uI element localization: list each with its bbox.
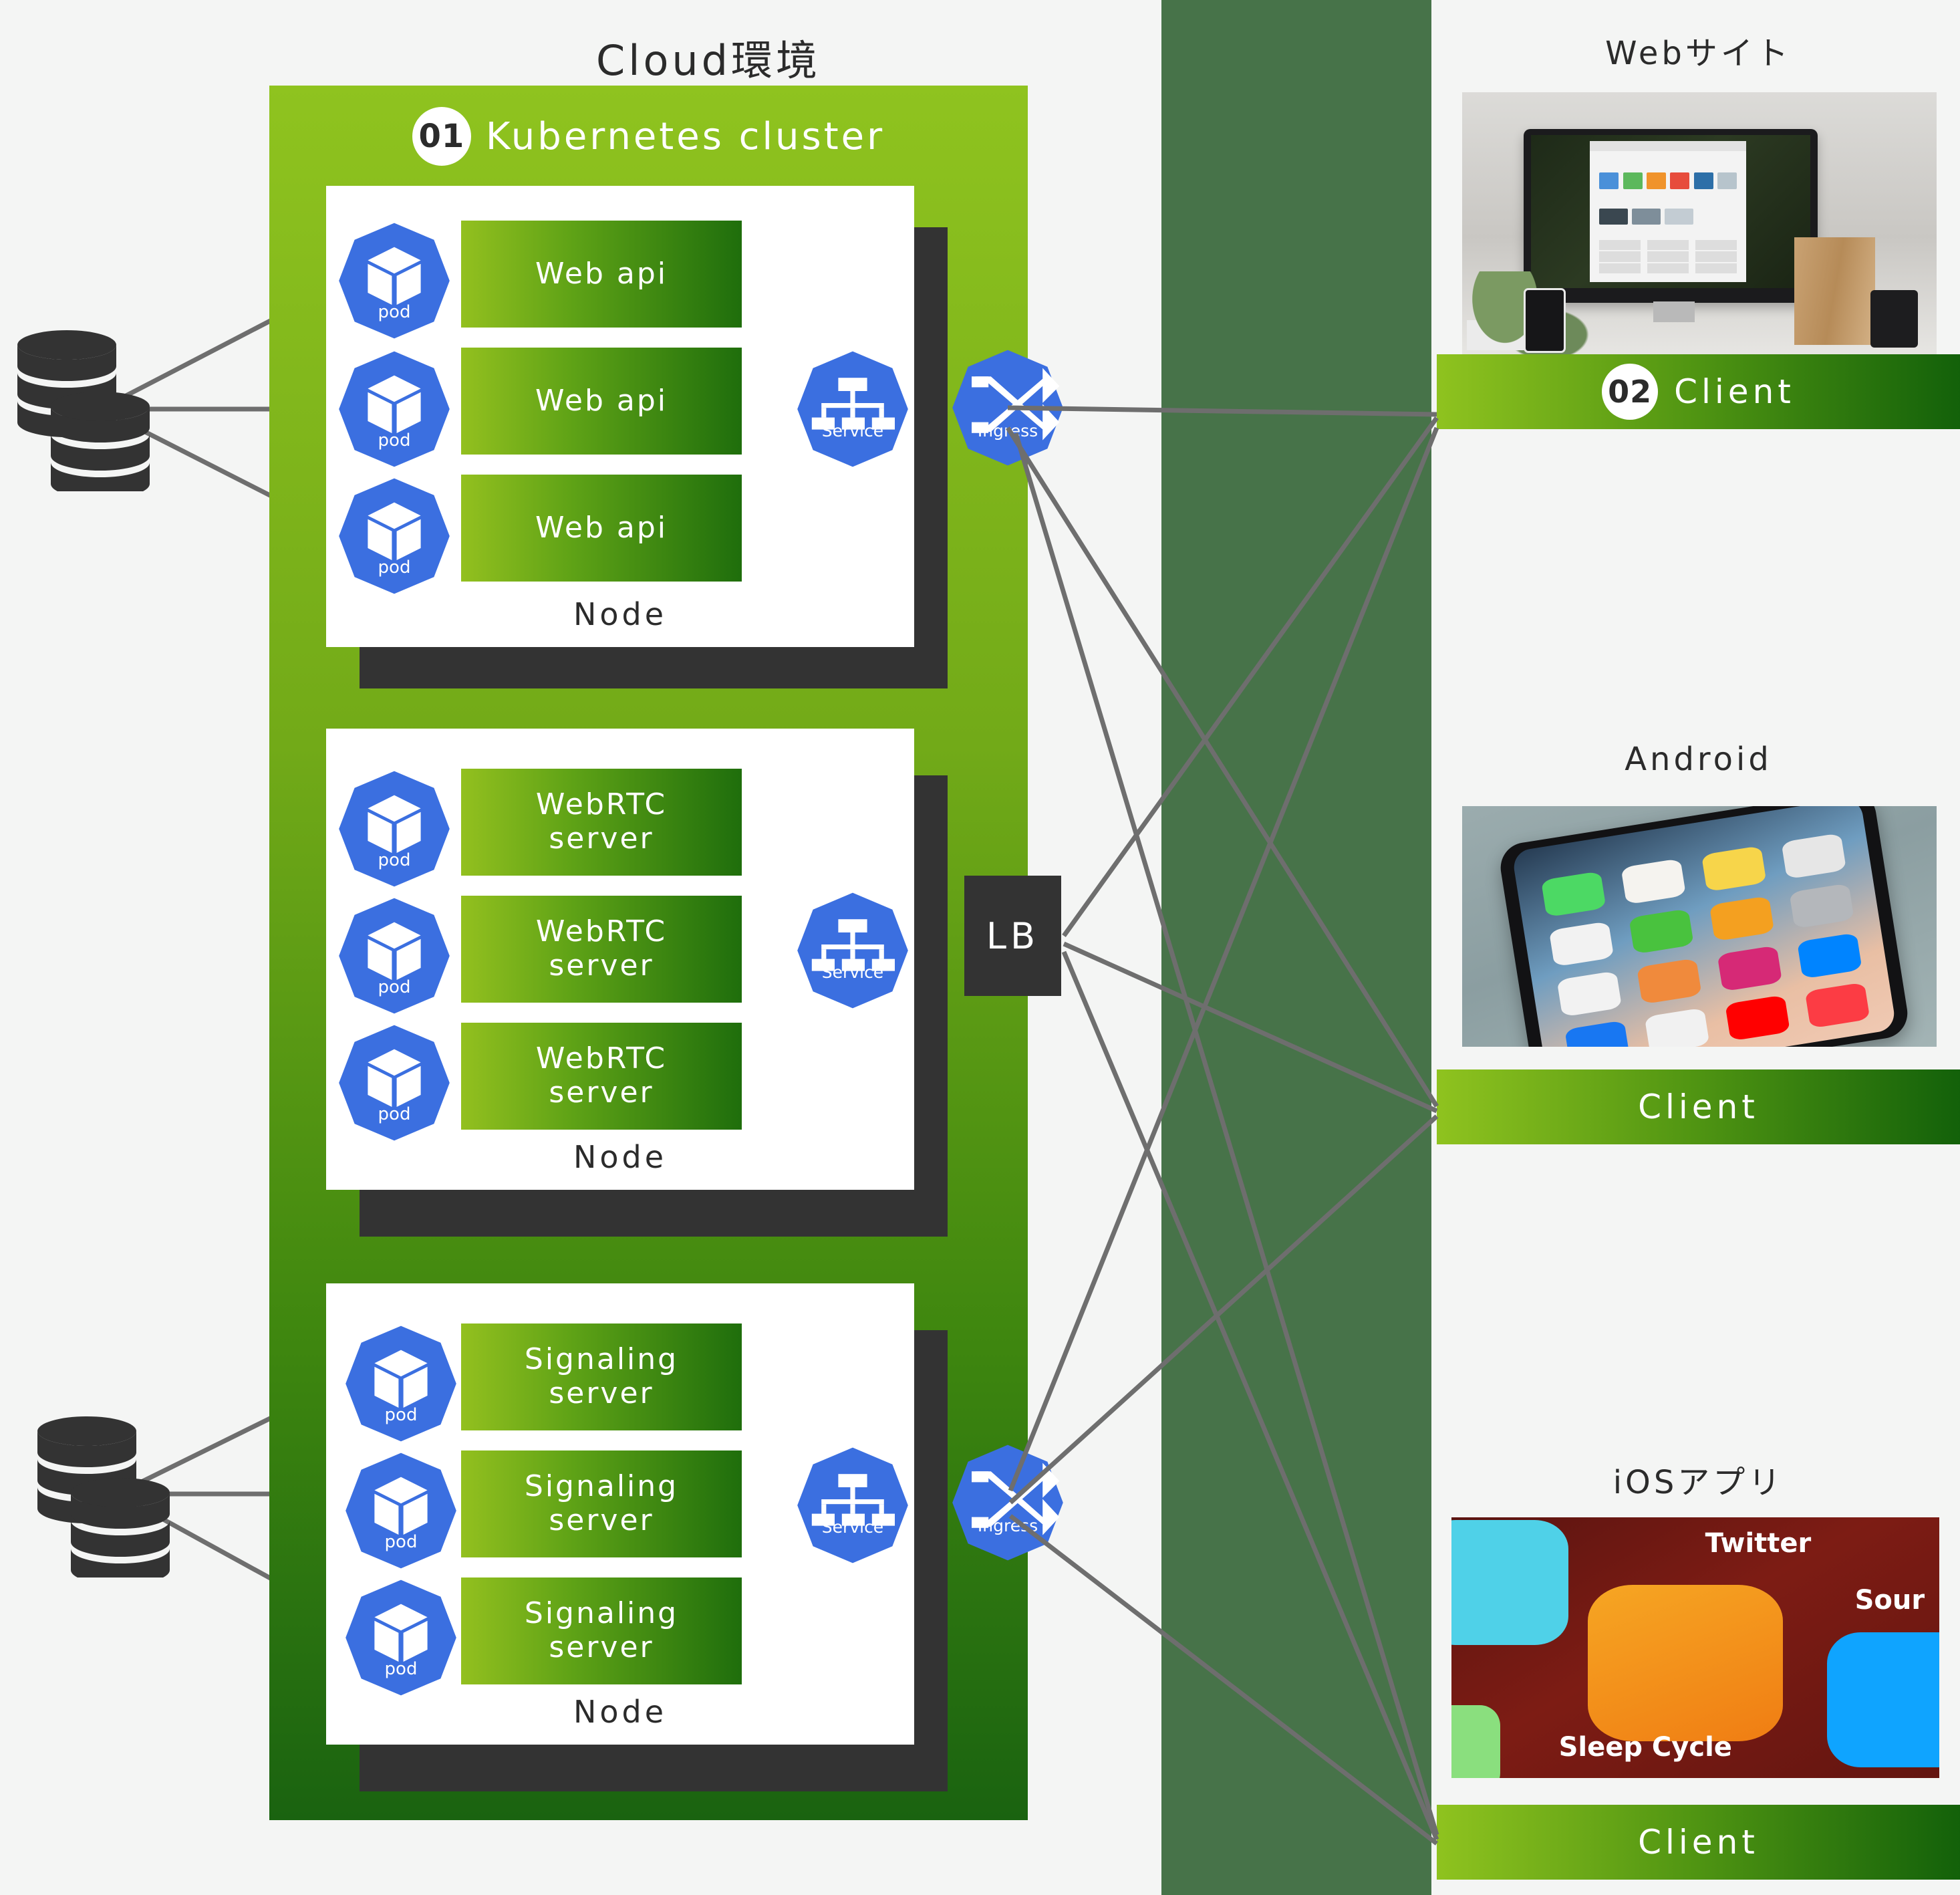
client-card-ios: iOSアプリ Twitter Sour Sleep Cycle [1437, 1429, 1960, 1803]
pod-webrtc-1: pod [334, 769, 454, 889]
website-photo [1462, 92, 1937, 356]
diagram-canvas: Cloud環境 01 Kubernetes cluster Node Web a… [0, 0, 1960, 1895]
cluster-step-badge: 01 [412, 107, 471, 166]
pod-web-api-2: pod [334, 349, 454, 469]
node-label-web-api: Node [573, 596, 668, 632]
client-card-website: Webサイト [1437, 0, 1960, 374]
pod-signaling-3: pod [341, 1577, 461, 1698]
client-label-android: Client [1638, 1088, 1759, 1126]
database-cylinder-stack-icon [17, 330, 150, 491]
workload-signaling-2: Signaling server [461, 1450, 742, 1557]
client-bar-website[interactable]: 02 Client [1437, 354, 1960, 429]
workload-web-api-3: Web api [461, 475, 742, 582]
client-bar-ios[interactable]: Client [1437, 1805, 1960, 1880]
cluster-header: 01 Kubernetes cluster [269, 107, 1028, 166]
ingress-signaling: Ingress [948, 1442, 1068, 1563]
client-card-title-android: Android [1625, 741, 1772, 778]
service-tree-icon [797, 351, 908, 467]
pod-web-api-3: pod [334, 476, 454, 596]
workload-signaling-1: Signaling server [461, 1323, 742, 1430]
cluster-title: Kubernetes cluster [485, 114, 885, 158]
client-card-title-ios: iOSアプリ [1613, 1464, 1784, 1501]
android-photo [1462, 806, 1937, 1047]
workload-webrtc-2: WebRTC server [461, 896, 742, 1003]
pod-webrtc-3: pod [334, 1023, 454, 1143]
workload-web-api-2: Web api [461, 348, 742, 455]
service-web-api: Service [793, 349, 913, 469]
client-bar-android[interactable]: Client [1437, 1069, 1960, 1144]
pod-signaling-1: pod [341, 1323, 461, 1444]
workload-webrtc-1: WebRTC server [461, 769, 742, 876]
client-label-ios: Client [1638, 1823, 1759, 1862]
load-balancer-box: LB [964, 876, 1061, 996]
pod-signaling-2: pod [341, 1450, 461, 1571]
pod-cube-icon [339, 223, 450, 339]
pod-cube-icon [339, 898, 450, 1014]
network-band [1161, 0, 1431, 1895]
client-step-badge-website: 02 [1602, 364, 1659, 420]
pod-cube-icon [339, 478, 450, 594]
cloud-environment-title: Cloud環境 [595, 36, 821, 85]
pod-cube-icon [345, 1452, 456, 1569]
ingress-web-api: Ingress [948, 348, 1068, 468]
database-cylinder-stack-icon [37, 1416, 170, 1577]
service-webrtc: Service [793, 890, 913, 1011]
service-signaling: Service [793, 1445, 913, 1565]
workload-signaling-3: Signaling server [461, 1577, 742, 1684]
ios-photo: Twitter Sour Sleep Cycle [1451, 1517, 1939, 1778]
pod-cube-icon [345, 1580, 456, 1696]
database-stack-top [13, 328, 157, 491]
pod-cube-icon [339, 771, 450, 887]
node-label-signaling: Node [573, 1694, 668, 1730]
workload-web-api-1: Web api [461, 221, 742, 328]
pod-webrtc-2: pod [334, 896, 454, 1016]
pod-cube-icon [345, 1325, 456, 1442]
client-label-website: Client [1674, 372, 1795, 411]
pod-web-api-1: pod [334, 221, 454, 341]
pod-cube-icon [339, 1025, 450, 1141]
client-card-title-website: Webサイト [1605, 35, 1792, 72]
service-tree-icon [797, 892, 908, 1009]
node-label-webrtc: Node [573, 1139, 668, 1175]
ingress-shuffle-arrows-icon [952, 1444, 1063, 1561]
service-tree-icon [797, 1447, 908, 1563]
client-card-android: Android [1437, 714, 1960, 1088]
workload-webrtc-3: WebRTC server [461, 1023, 742, 1130]
database-stack-bottom [33, 1414, 177, 1577]
ingress-shuffle-arrows-icon [952, 350, 1063, 466]
pod-cube-icon [339, 351, 450, 467]
